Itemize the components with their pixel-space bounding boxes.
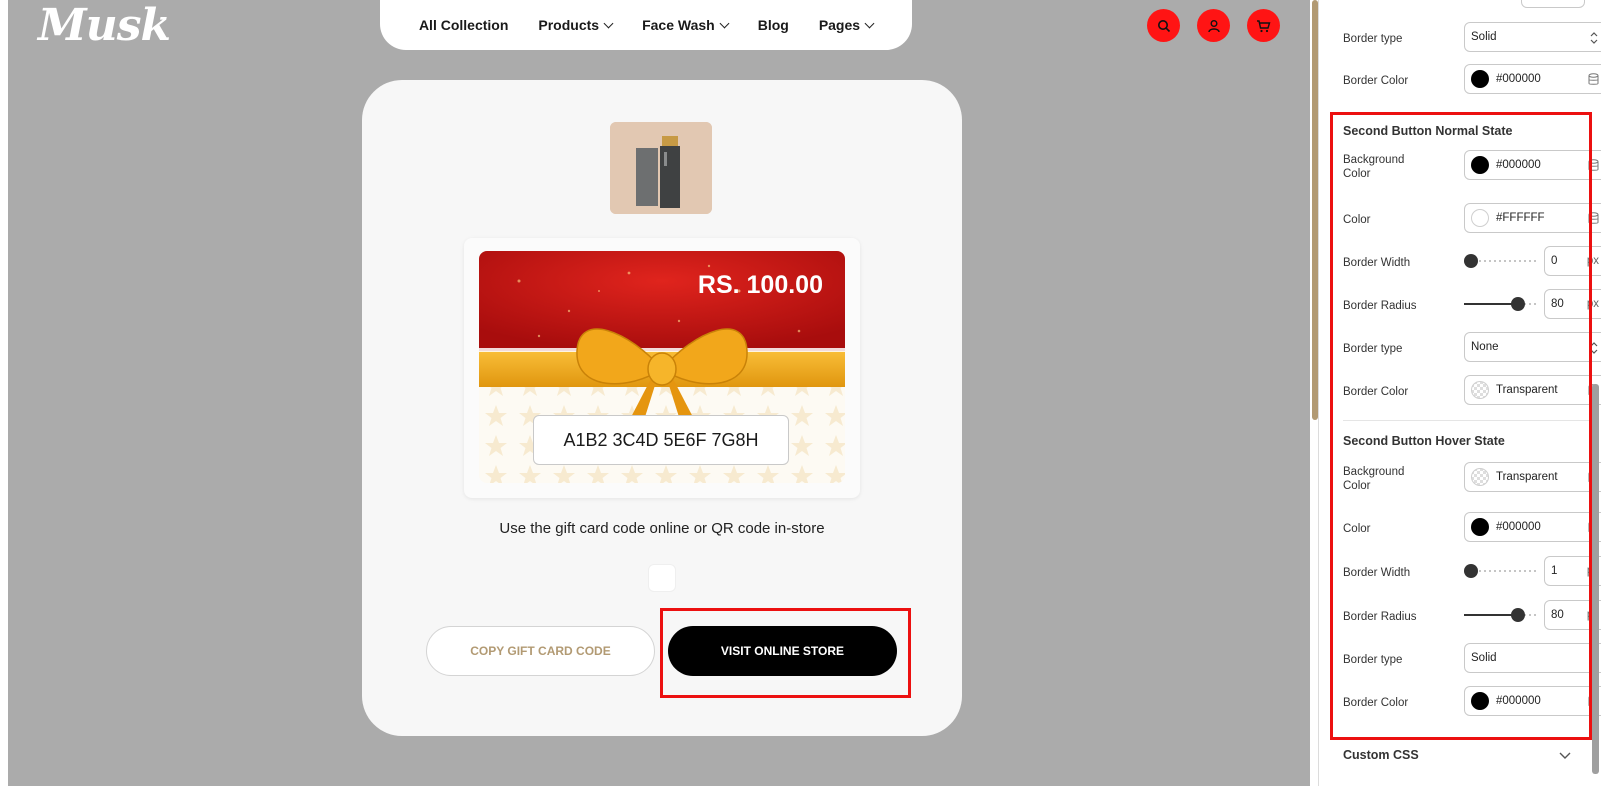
hover-settings-highlight — [1330, 112, 1592, 740]
chevron-down-icon — [603, 18, 614, 28]
nav-item-label: All Collection — [418, 17, 509, 33]
field-label: Border Color — [1343, 75, 1409, 87]
border-type-select[interactable]: Solid — [1464, 22, 1601, 52]
border-color-row: Border Color #000000 — [1343, 64, 1601, 98]
user-icon — [1207, 19, 1220, 32]
nav-item-pages[interactable]: Pages — [818, 17, 875, 33]
account-button[interactable] — [1197, 9, 1230, 42]
gift-card-hint: Use the gift card code online or QR code… — [499, 520, 825, 537]
color-value: #000000 — [1496, 73, 1541, 85]
search-icon — [1157, 19, 1170, 32]
panel-scrollbar-thumb[interactable] — [1592, 384, 1599, 774]
qr-code — [648, 564, 676, 592]
nav-item-label: Pages — [818, 17, 861, 33]
updown-icon — [1590, 32, 1598, 44]
visit-button-highlight — [660, 608, 911, 698]
storefront-preview: Musk All Collection Products Face Wash B… — [0, 0, 1318, 786]
nav-item-label: Products — [538, 17, 600, 33]
database-icon — [1588, 73, 1599, 85]
chevron-down-icon — [864, 18, 875, 28]
gift-card-frame: RS. 100.00 A1B2 3C4D 5E6F 7G8H — [464, 238, 860, 498]
nav-item-all-collection[interactable]: All Collection — [419, 17, 508, 33]
nav-item-products[interactable]: Products — [538, 17, 614, 33]
gift-card-amount: RS. 100.00 — [697, 271, 823, 299]
brand-logo[interactable]: Musk — [38, 0, 171, 51]
nav-item-face-wash[interactable]: Face Wash — [642, 17, 730, 33]
preview-edge — [0, 0, 8, 786]
custom-css-header[interactable]: Custom CSS — [1343, 748, 1419, 762]
border-color-picker[interactable]: #000000 — [1464, 64, 1601, 94]
nav-item-blog[interactable]: Blog — [758, 17, 789, 33]
color-swatch — [1471, 70, 1489, 88]
gift-card-code[interactable]: A1B2 3C4D 5E6F 7G8H — [533, 415, 789, 465]
cart-button[interactable] — [1247, 9, 1280, 42]
nav-item-label: Blog — [757, 17, 789, 33]
search-button[interactable] — [1147, 9, 1180, 42]
chevron-down-icon[interactable] — [1559, 752, 1571, 760]
main-navigation: All Collection Products Face Wash Blog P… — [380, 0, 912, 50]
chevron-down-icon — [719, 18, 730, 28]
border-type-row: Border type Solid — [1343, 22, 1601, 56]
select-value: Solid — [1471, 31, 1497, 43]
gift-card-image: RS. 100.00 A1B2 3C4D 5E6F 7G8H — [479, 251, 845, 483]
field-label: Border type — [1343, 33, 1403, 45]
nav-item-label: Face Wash — [642, 17, 715, 33]
copy-gift-card-code-button[interactable]: COPY GIFT CARD CODE — [426, 626, 655, 676]
cart-icon — [1257, 19, 1271, 32]
border-radius-input-partial[interactable] — [1521, 0, 1585, 8]
product-image — [610, 122, 712, 214]
